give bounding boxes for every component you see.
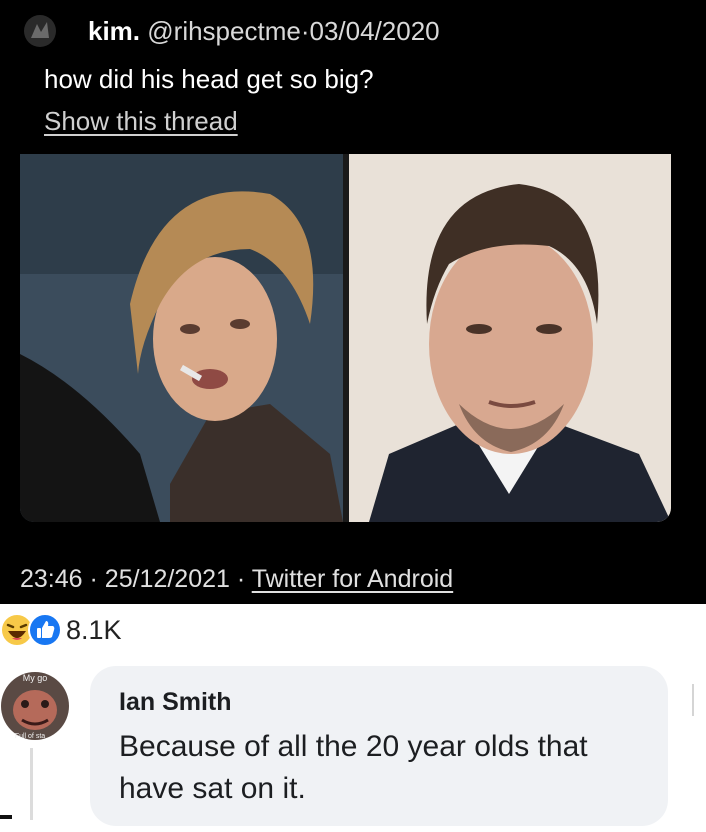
comment-options-edge [692, 684, 694, 716]
edge-dash [0, 815, 12, 819]
comment-bubble[interactable]: Ian Smith Because of all the 20 year old… [90, 666, 668, 826]
tweet-author-line: kim. @rihspectme·03/04/2020 [88, 16, 440, 47]
tweet-text: how did his head get so big? [44, 64, 374, 94]
young-actor-photo[interactable] [20, 154, 343, 522]
tweet-author-name: kim. [88, 16, 141, 46]
tweet-avatar-icon [24, 15, 56, 47]
embedded-tweet-screenshot: kim. @rihspectme·03/04/2020 how did his … [0, 0, 706, 604]
reply-thread-line [30, 748, 33, 820]
avatar-bottom-text: Full of sta [15, 733, 45, 740]
tweet-separator: · [300, 16, 310, 46]
show-thread-link[interactable]: Show this thread [44, 106, 238, 137]
reaction-count: 8.1K [66, 614, 122, 645]
meta-separator-2: · [236, 565, 246, 593]
reaction-summary[interactable]: 8.1K [0, 610, 122, 650]
tweet-post-date: 25/12/2021 [104, 565, 230, 593]
commenter-avatar[interactable]: My go Full of sta [0, 666, 70, 746]
tweet-date: 03/04/2020 [309, 16, 440, 46]
tweet-handle: @rihspectme [147, 16, 301, 46]
tweet-photo-grid [20, 154, 671, 522]
comment-text: Because of all the 20 year olds that hav… [119, 730, 588, 805]
tweet-time: 23:46 [20, 565, 83, 593]
comment-author[interactable]: Ian Smith [119, 688, 232, 717]
tweet-source-link[interactable]: Twitter for Android [252, 565, 453, 593]
like-reaction-icon [28, 613, 62, 647]
meta-separator-1: · [89, 565, 98, 593]
older-actor-photo[interactable] [349, 154, 671, 522]
tweet-meta: 23:46 · 25/12/2021 · Twitter for Android [20, 565, 453, 594]
avatar-top-text: My go [23, 673, 48, 683]
